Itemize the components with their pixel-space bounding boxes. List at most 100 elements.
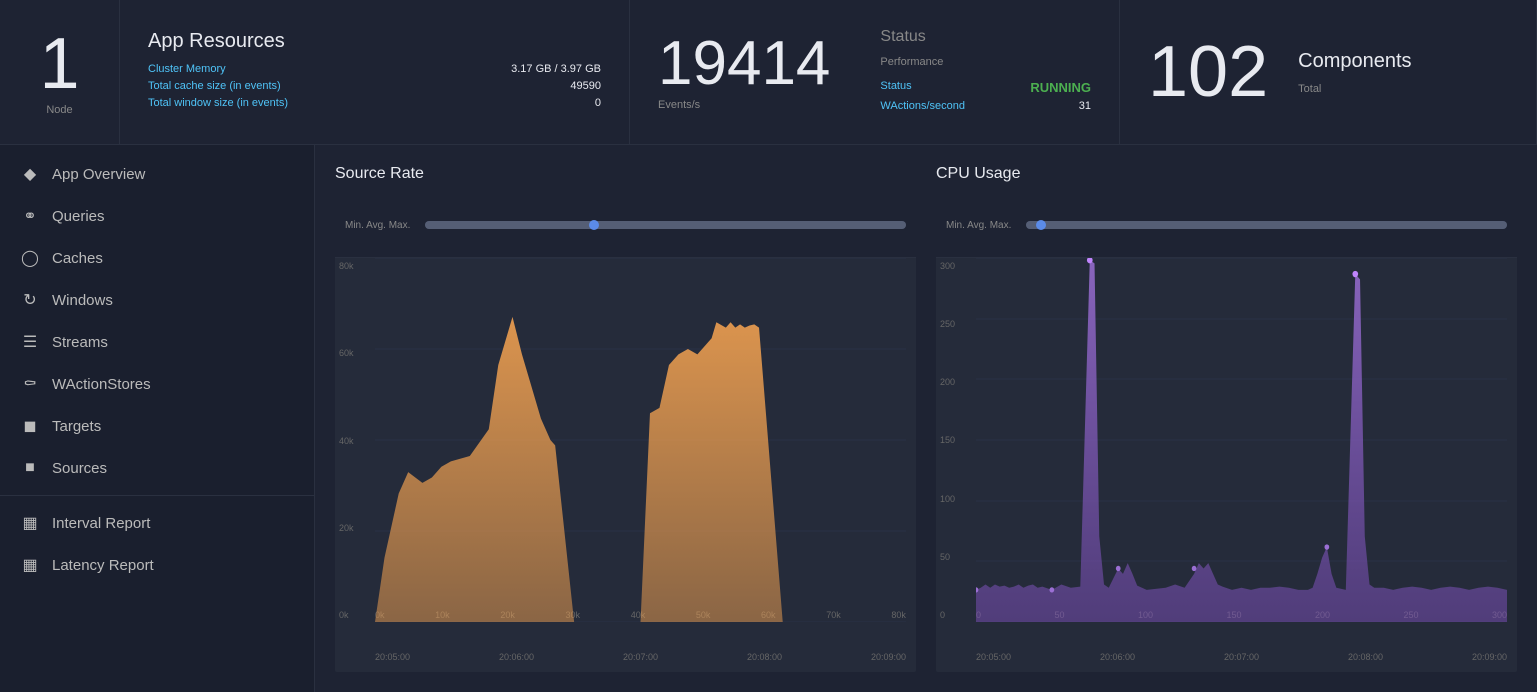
top-bar: 1 Node App Resources Cluster Memory 3.17… bbox=[0, 0, 1537, 145]
events-label: Events/s bbox=[658, 99, 700, 111]
file-icon-interval: ▦ bbox=[20, 513, 40, 533]
sidebar-label-app-overview: App Overview bbox=[52, 166, 145, 183]
app-resources-details: App Resources Cluster Memory 3.17 GB / 3… bbox=[148, 30, 601, 114]
sidebar-item-wactionstores[interactable]: ⚰ WActionStores bbox=[0, 363, 314, 405]
cluster-memory-label: Cluster Memory bbox=[148, 63, 226, 75]
lock-icon: ■ bbox=[20, 458, 40, 478]
cache-value: 49590 bbox=[570, 80, 601, 92]
sidebar-item-sources[interactable]: ■ Sources bbox=[0, 447, 314, 489]
cpu-y-0: 0 bbox=[940, 610, 955, 620]
cpu-y-250: 250 bbox=[940, 319, 955, 329]
components-details: Components Total bbox=[1298, 50, 1508, 95]
events-count: 19414 bbox=[658, 33, 830, 95]
cpu-range-handle[interactable] bbox=[1036, 220, 1046, 230]
file-icon-latency: ▦ bbox=[20, 555, 40, 575]
cache-label: Total cache size (in events) bbox=[148, 80, 281, 92]
cpu-time-4: 20:08:00 bbox=[1348, 652, 1383, 662]
sidebar-item-latency-report[interactable]: ▦ Latency Report bbox=[0, 544, 314, 586]
sidebar-label-interval-report: Interval Report bbox=[52, 515, 150, 532]
sidebar-item-app-overview[interactable]: ◆ App Overview bbox=[0, 153, 314, 195]
cpu-usage-svg bbox=[976, 258, 1507, 622]
sidebar: ◆ App Overview ⚭ Queries ◯ Caches ↻ Wind… bbox=[0, 145, 315, 692]
wactions-row: WActions/second 31 bbox=[880, 100, 1091, 112]
y-label-60k: 60k bbox=[339, 348, 354, 358]
cluster-memory-value: 3.17 GB / 3.97 GB bbox=[511, 63, 601, 75]
cpu-time-3: 20:07:00 bbox=[1224, 652, 1259, 662]
source-rate-range-fill bbox=[425, 221, 906, 229]
cache-row: Total cache size (in events) 49590 bbox=[148, 80, 601, 92]
cpu-y-labels: 300 250 200 150 100 50 0 bbox=[940, 261, 955, 620]
sidebar-label-sources: Sources bbox=[52, 460, 107, 477]
status-label: Status bbox=[880, 80, 911, 95]
app-resources-block: App Resources Cluster Memory 3.17 GB / 3… bbox=[120, 0, 630, 144]
sidebar-item-streams[interactable]: ☰ Streams bbox=[0, 321, 314, 363]
source-rate-range-selector[interactable]: Min. Avg. Max. bbox=[335, 193, 916, 258]
cpu-time-axis: 20:05:00 20:06:00 20:07:00 20:08:00 20:0… bbox=[976, 652, 1507, 662]
sidebar-label-caches: Caches bbox=[52, 250, 103, 267]
chat-icon: ◼ bbox=[20, 416, 40, 436]
sidebar-item-interval-report[interactable]: ▦ Interval Report bbox=[0, 502, 314, 544]
source-rate-range-track[interactable] bbox=[425, 221, 906, 229]
cpu-y-50: 50 bbox=[940, 552, 955, 562]
perf-title: Performance bbox=[880, 56, 1091, 68]
sidebar-item-queries[interactable]: ⚭ Queries bbox=[0, 195, 314, 237]
y-label-0k: 0k bbox=[339, 610, 354, 620]
main-layout: ◆ App Overview ⚭ Queries ◯ Caches ↻ Wind… bbox=[0, 145, 1537, 692]
window-value: 0 bbox=[595, 97, 601, 109]
y-label-40k: 40k bbox=[339, 436, 354, 446]
source-rate-svg bbox=[375, 258, 906, 622]
cpu-time-1: 20:05:00 bbox=[976, 652, 1011, 662]
y-label-20k: 20k bbox=[339, 523, 354, 533]
node-label: Node bbox=[46, 104, 72, 116]
source-rate-range-handle[interactable] bbox=[589, 220, 599, 230]
cpu-usage-title: CPU Usage bbox=[936, 165, 1517, 183]
cpu-range-fill bbox=[1026, 221, 1507, 229]
source-rate-time-axis: 20:05:00 20:06:00 20:07:00 20:08:00 20:0… bbox=[375, 652, 906, 662]
content-area: Source Rate Min. Avg. Max. 0k 10k 20k 30… bbox=[315, 145, 1537, 692]
cpu-time-5: 20:09:00 bbox=[1472, 652, 1507, 662]
database-icon: ⚰ bbox=[20, 374, 40, 394]
time-label-4: 20:08:00 bbox=[747, 652, 782, 662]
cpu-y-150: 150 bbox=[940, 435, 955, 445]
cpu-usage-area bbox=[976, 260, 1507, 622]
cpu-time-2: 20:06:00 bbox=[1100, 652, 1135, 662]
sidebar-item-caches[interactable]: ◯ Caches bbox=[0, 237, 314, 279]
cpu-y-200: 200 bbox=[940, 377, 955, 387]
sidebar-item-windows[interactable]: ↻ Windows bbox=[0, 279, 314, 321]
wactions-value: 31 bbox=[1079, 100, 1091, 112]
time-label-5: 20:09:00 bbox=[871, 652, 906, 662]
archive-icon: ◯ bbox=[20, 248, 40, 268]
source-rate-area bbox=[375, 317, 906, 622]
list-icon: ☰ bbox=[20, 332, 40, 352]
performance-title: Status bbox=[880, 28, 1091, 46]
sidebar-label-wactionstores: WActionStores bbox=[52, 376, 151, 393]
window-row: Total window size (in events) 0 bbox=[148, 97, 601, 109]
cpu-range-track[interactable] bbox=[1026, 221, 1507, 229]
time-label-3: 20:07:00 bbox=[623, 652, 658, 662]
sidebar-label-targets: Targets bbox=[52, 418, 101, 435]
cpu-usage-chart: Min. Avg. Max. 0 50 100 150 200 250 300 bbox=[936, 193, 1517, 672]
sidebar-label-queries: Queries bbox=[52, 208, 105, 225]
y-label-80k: 80k bbox=[339, 261, 354, 271]
app-resources-title: App Resources bbox=[148, 30, 601, 53]
components-total-label: Total bbox=[1298, 83, 1508, 95]
status-value: RUNNING bbox=[1030, 80, 1091, 95]
globe-icon: ◆ bbox=[20, 164, 40, 184]
nav-divider bbox=[0, 495, 314, 496]
components-block: 102 Components Total bbox=[1120, 0, 1537, 144]
time-label-1: 20:05:00 bbox=[375, 652, 410, 662]
performance-details: Status Performance Status RUNNING WActio… bbox=[880, 28, 1091, 117]
source-rate-y-labels: 80k 60k 40k 20k 0k bbox=[339, 261, 354, 620]
sidebar-item-targets[interactable]: ◼ Targets bbox=[0, 405, 314, 447]
components-count: 102 bbox=[1148, 36, 1268, 108]
time-label-2: 20:06:00 bbox=[499, 652, 534, 662]
source-rate-range-label: Min. Avg. Max. bbox=[345, 220, 410, 231]
cpu-y-100: 100 bbox=[940, 494, 955, 504]
search-icon: ⚭ bbox=[20, 206, 40, 226]
source-rate-title: Source Rate bbox=[335, 165, 916, 183]
cpu-range-selector[interactable]: Min. Avg. Max. bbox=[936, 193, 1517, 258]
components-title: Components bbox=[1298, 50, 1508, 73]
history-icon: ↻ bbox=[20, 290, 40, 310]
performance-block: 19414 Events/s Status Performance Status… bbox=[630, 0, 1120, 144]
source-rate-chart-container: Source Rate Min. Avg. Max. 0k 10k 20k 30… bbox=[335, 165, 916, 672]
